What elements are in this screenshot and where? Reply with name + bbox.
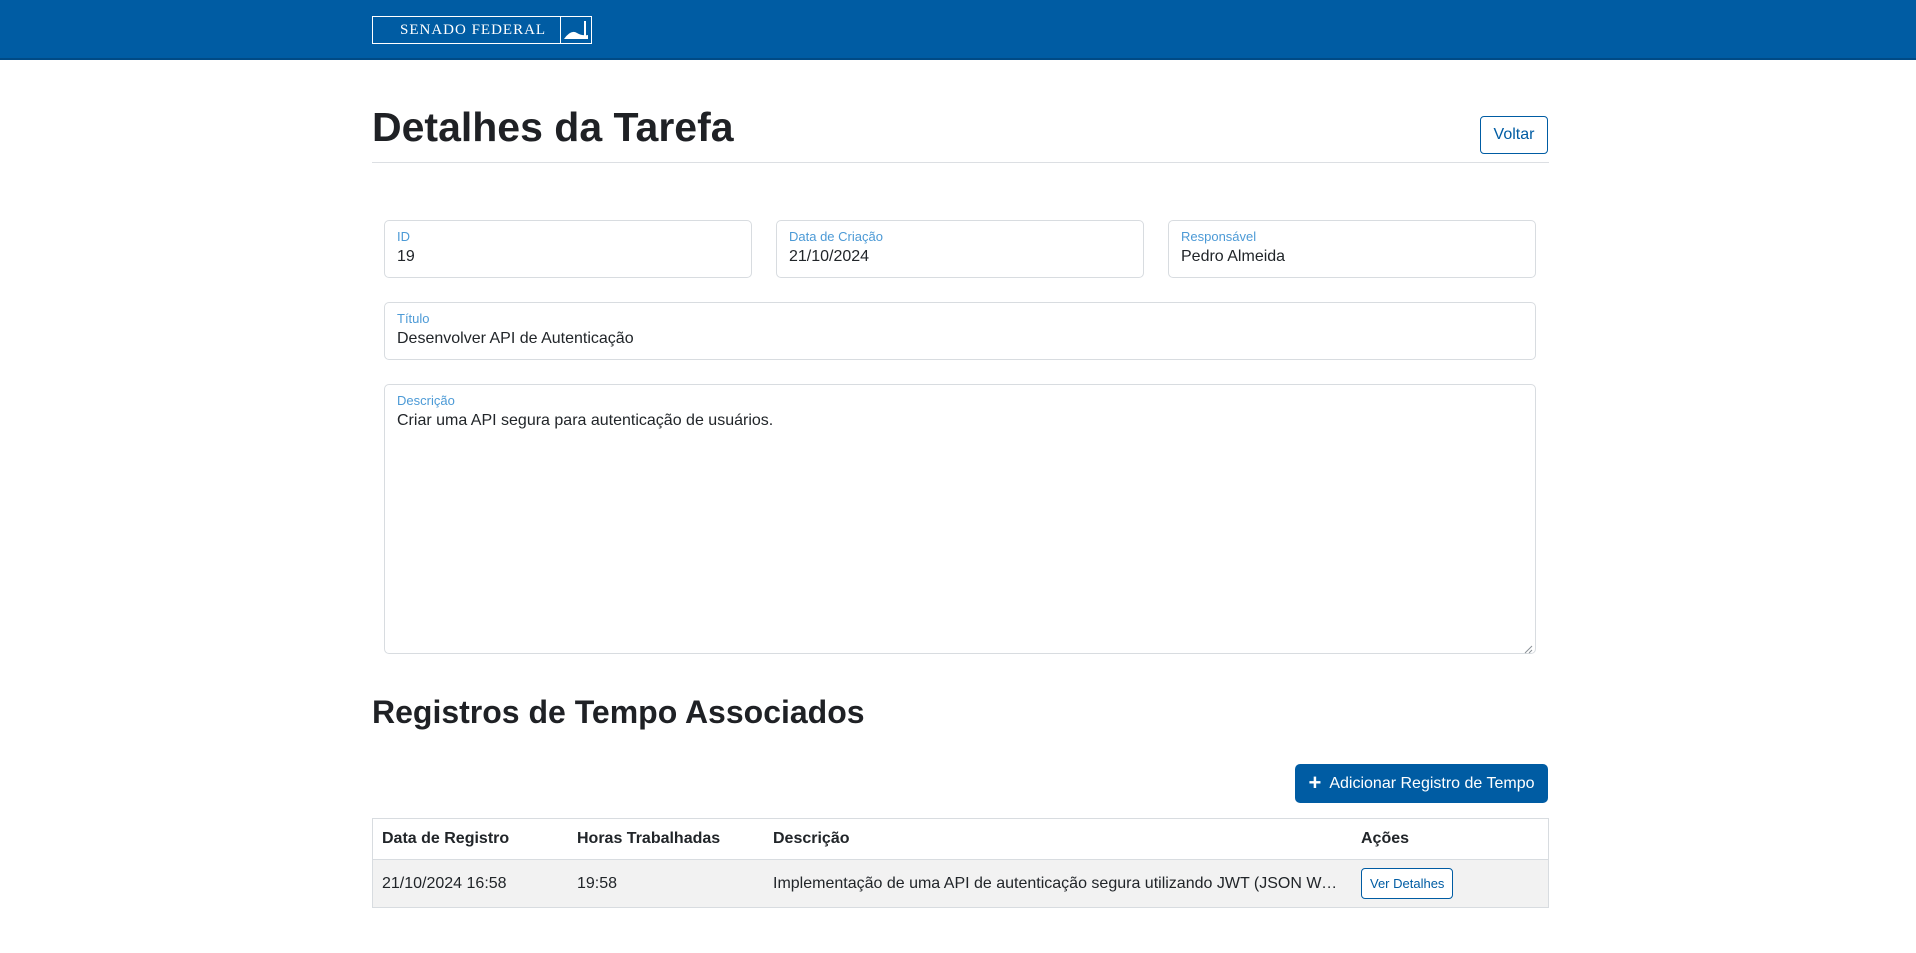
- titulo-label: Título: [397, 311, 430, 326]
- cell-data-registro: 21/10/2024 16:58: [372, 859, 568, 908]
- senado-building-icon: [560, 17, 591, 43]
- senado-logo[interactable]: SENADO FEDERAL: [372, 16, 592, 44]
- add-time-record-button[interactable]: + Adicionar Registro de Tempo: [1295, 764, 1548, 803]
- logo-text: SENADO FEDERAL: [400, 21, 547, 38]
- registros-section-title: Registros de Tempo Associados: [372, 694, 865, 730]
- responsavel-field[interactable]: Responsável Pedro Almeida: [1168, 220, 1536, 278]
- cell-horas: 19:58: [568, 859, 764, 908]
- descricao-value: Criar uma API segura para autenticação d…: [397, 412, 774, 429]
- page-title: Detalhes da Tarefa: [372, 104, 734, 150]
- descricao-textarea[interactable]: Descrição Criar uma API segura para aute…: [384, 384, 1536, 654]
- col-header-data-registro[interactable]: Data de Registro: [372, 818, 568, 860]
- title-divider: [372, 162, 1549, 163]
- col-header-acoes: Ações: [1352, 818, 1549, 860]
- id-field[interactable]: ID 19: [384, 220, 752, 278]
- data-criacao-value: 21/10/2024: [789, 248, 870, 265]
- descricao-label: Descrição: [397, 393, 455, 408]
- cell-acoes: Ver Detalhes: [1352, 859, 1549, 908]
- cell-descricao-text: Implementação de uma API de autenticação…: [773, 874, 1341, 892]
- responsavel-label: Responsável: [1181, 229, 1257, 244]
- ver-detalhes-button[interactable]: Ver Detalhes: [1361, 868, 1454, 899]
- id-field-label: ID: [397, 229, 410, 244]
- back-button[interactable]: Voltar: [1480, 116, 1548, 154]
- data-criacao-field[interactable]: Data de Criação 21/10/2024: [776, 220, 1144, 278]
- add-time-record-label: Adicionar Registro de Tempo: [1329, 774, 1535, 792]
- data-criacao-label: Data de Criação: [789, 229, 883, 244]
- time-records-table: Data de Registro Horas Trabalhadas Descr…: [372, 818, 1549, 908]
- table-header-row: Data de Registro Horas Trabalhadas Descr…: [372, 818, 1549, 860]
- cell-descricao: Implementação de uma API de autenticação…: [764, 859, 1352, 908]
- resize-handle-icon[interactable]: [1523, 641, 1533, 654]
- titulo-field[interactable]: Título Desenvolver API de Autenticação: [384, 302, 1536, 360]
- table-row: 21/10/2024 16:58 19:58 Implementação de …: [372, 859, 1549, 908]
- top-navbar: SENADO FEDERAL: [0, 0, 1916, 60]
- titulo-value: Desenvolver API de Autenticação: [397, 330, 634, 347]
- plus-icon: +: [1308, 769, 1322, 795]
- id-field-value: 19: [397, 248, 415, 265]
- col-header-horas[interactable]: Horas Trabalhadas: [568, 818, 764, 860]
- responsavel-value: Pedro Almeida: [1181, 248, 1286, 265]
- col-header-descricao[interactable]: Descrição: [764, 818, 1352, 860]
